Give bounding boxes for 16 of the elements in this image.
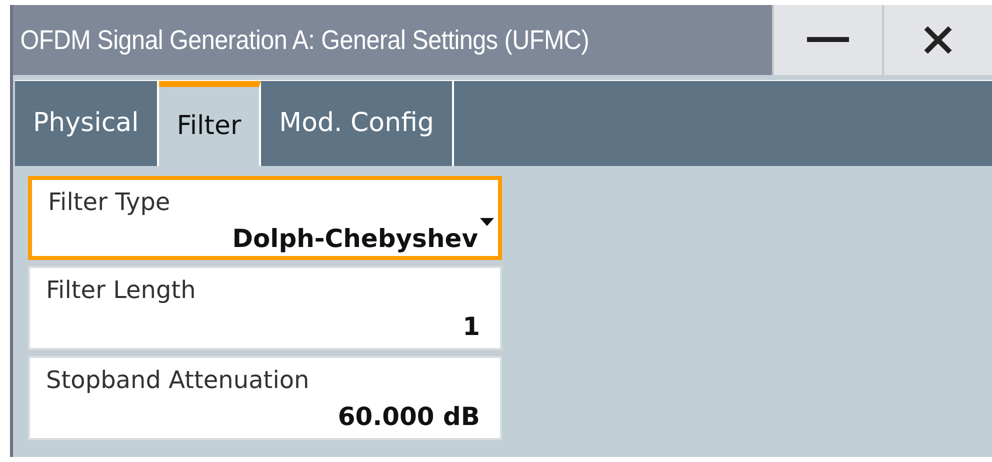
field-label: Filter Length	[46, 275, 197, 306]
caret-icon	[480, 218, 494, 226]
field-label: Stopband Attenuation	[46, 365, 310, 396]
field-label: Filter Type	[48, 187, 172, 218]
minimize-icon	[807, 36, 849, 44]
field-value: 60.000 dB	[336, 401, 481, 433]
close-button[interactable]	[882, 5, 992, 75]
field-value: 1	[462, 311, 481, 343]
number-field[interactable]: Stopband Attenuation 60.000 dB	[28, 356, 502, 440]
tab[interactable]: Filter	[158, 81, 262, 166]
dropdown-field[interactable]: Filter Type Dolph-Chebyshev	[28, 176, 502, 260]
close-icon	[923, 25, 953, 55]
field-value: Dolph-Chebyshev	[231, 223, 479, 255]
minimize-button[interactable]	[772, 5, 882, 75]
number-field[interactable]: Filter Length 1	[28, 266, 502, 350]
window-title: OFDM Signal Generation A: General Settings (UFMC)	[19, 24, 590, 57]
